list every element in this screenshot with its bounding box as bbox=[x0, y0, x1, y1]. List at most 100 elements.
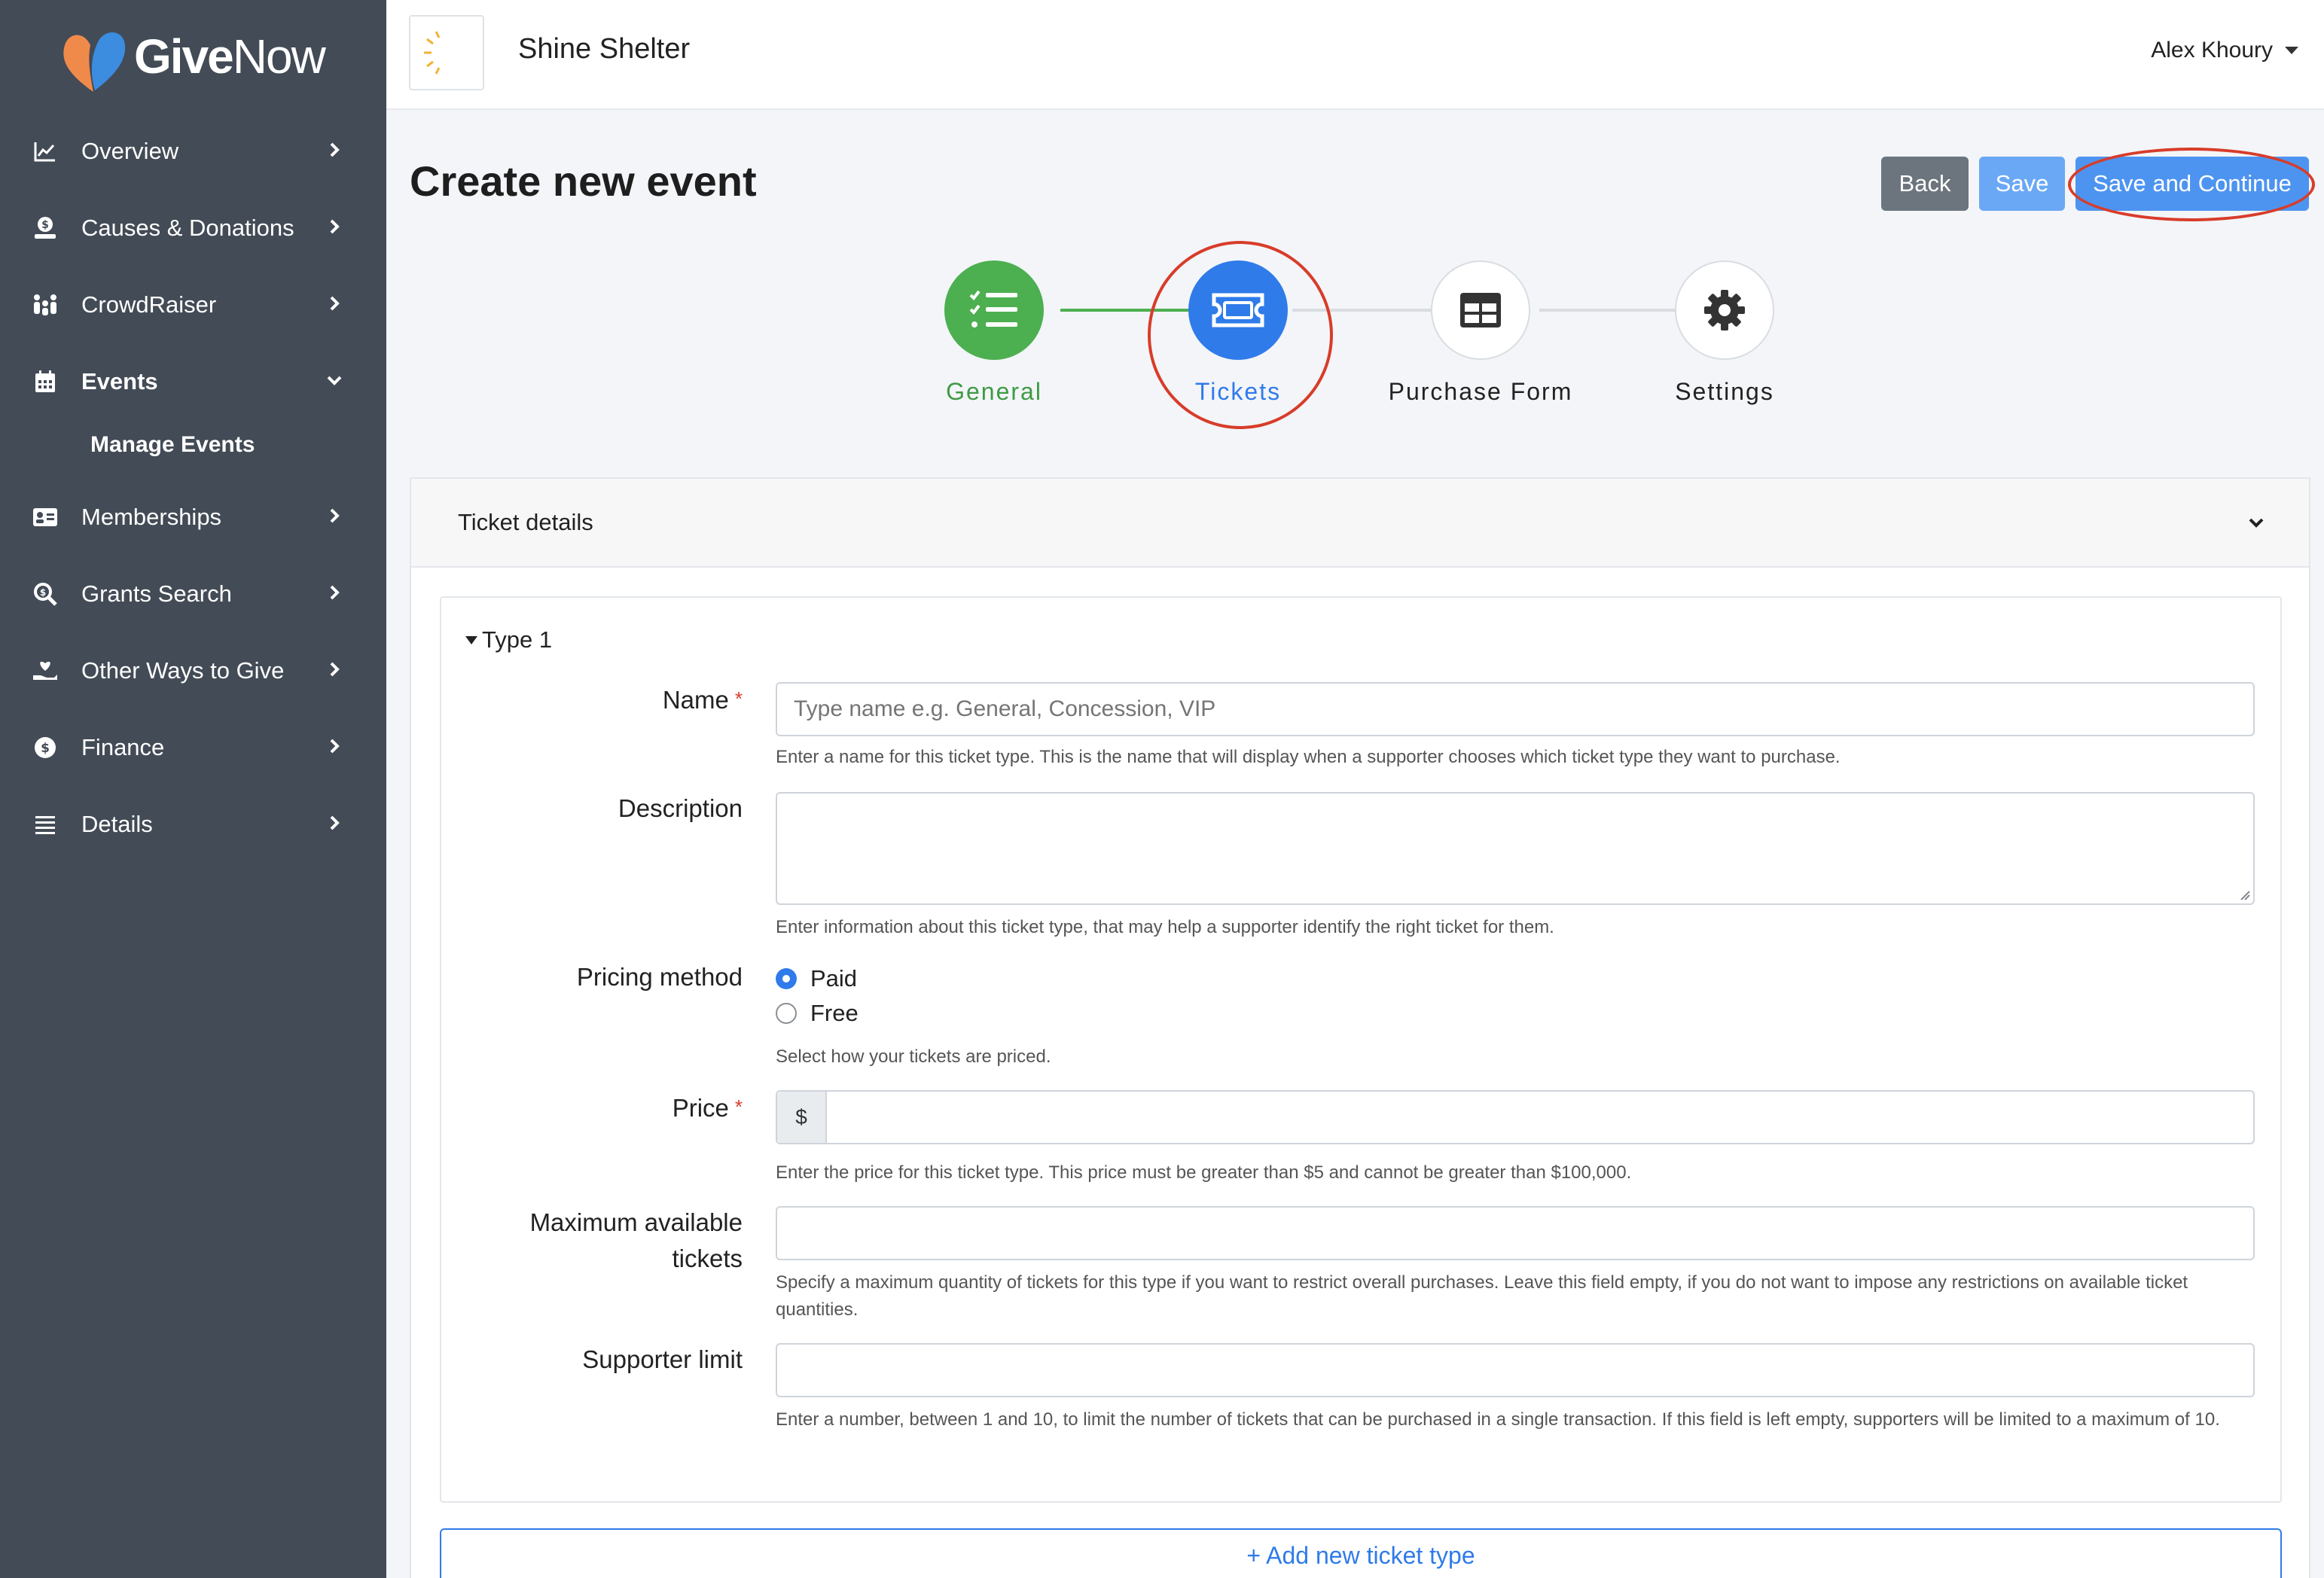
search-dollar-icon: $ bbox=[30, 579, 60, 609]
chevron-right-icon bbox=[330, 815, 340, 830]
ticket-type-toggle[interactable]: Type 1 bbox=[465, 626, 552, 653]
sidebar-nav: Overview $ Causes & Donations CrowdRaise… bbox=[0, 113, 386, 863]
annotation-circle bbox=[1148, 241, 1333, 429]
step-general[interactable] bbox=[944, 260, 1044, 360]
sidebar-item-grants-search[interactable]: $ Grants Search bbox=[0, 556, 386, 632]
step-connector bbox=[1539, 309, 1687, 312]
step-settings[interactable] bbox=[1675, 260, 1774, 360]
step-label-general: General bbox=[946, 378, 1042, 405]
description-help: Enter information about this ticket type… bbox=[776, 917, 1554, 937]
chevron-right-icon bbox=[330, 142, 340, 157]
sidebar-item-label: Events bbox=[81, 368, 158, 394]
chevron-right-icon bbox=[330, 739, 340, 754]
sidebar-item-finance[interactable]: $ Finance bbox=[0, 709, 386, 786]
max-tickets-help: Specify a maximum quantity of tickets fo… bbox=[776, 1272, 2188, 1320]
user-name: Alex Khoury bbox=[2151, 38, 2273, 62]
table-icon bbox=[1460, 293, 1501, 327]
brand-name: GiveNow bbox=[134, 29, 326, 84]
name-label: Name * bbox=[662, 686, 743, 714]
step-purchase-form[interactable] bbox=[1431, 260, 1530, 360]
page-title: Create new event bbox=[410, 157, 757, 205]
chevron-right-icon bbox=[330, 662, 340, 677]
donation-icon: $ bbox=[30, 213, 60, 243]
calendar-icon bbox=[30, 367, 60, 397]
currency-prefix: $ bbox=[777, 1092, 827, 1143]
givenow-logo[interactable]: GiveNow bbox=[57, 15, 328, 98]
radio-selected[interactable] bbox=[776, 968, 797, 989]
ticket-details-card: Ticket details Type 1 Name* Enter a name… bbox=[410, 477, 2310, 1578]
resize-handle-icon[interactable] bbox=[2240, 890, 2250, 900]
sidebar-item-events[interactable]: Events bbox=[0, 343, 386, 420]
sidebar-item-label: Finance bbox=[81, 734, 165, 760]
radio-label: Free bbox=[810, 1000, 859, 1026]
chevron-right-icon bbox=[330, 296, 340, 311]
sidebar-item-label: CrowdRaiser bbox=[81, 291, 217, 318]
heart-logo-icon bbox=[63, 32, 126, 92]
hand-heart-icon bbox=[30, 656, 60, 686]
org-name: Shine Shelter bbox=[518, 33, 691, 65]
price-input[interactable]: $ bbox=[776, 1090, 2255, 1144]
pricing-help: Select how your tickets are priced. bbox=[776, 1046, 1051, 1067]
caret-down-icon bbox=[2285, 47, 2298, 54]
annotation-ellipse bbox=[2068, 148, 2315, 221]
chevron-down-icon bbox=[2249, 518, 2264, 528]
sidebar-item-details[interactable]: Details bbox=[0, 786, 386, 863]
sidebar-item-label: Grants Search bbox=[81, 580, 232, 607]
org-logo[interactable] bbox=[409, 15, 484, 90]
sidebar-item-overview[interactable]: Overview bbox=[0, 113, 386, 190]
chart-line-icon bbox=[30, 136, 60, 166]
radio-label: Paid bbox=[810, 965, 858, 992]
radio-unselected[interactable] bbox=[776, 1003, 797, 1024]
sidebar-item-label: Overview bbox=[81, 138, 179, 164]
svg-text:$: $ bbox=[41, 219, 49, 231]
max-tickets-input[interactable] bbox=[776, 1206, 2255, 1260]
sidebar-item-crowdraiser[interactable]: CrowdRaiser bbox=[0, 267, 386, 343]
sidebar: GiveNow Overview $ Causes & Donations Cr… bbox=[0, 0, 386, 1578]
back-button[interactable]: Back bbox=[1881, 157, 1969, 211]
sidebar-item-label: Memberships bbox=[81, 504, 222, 530]
sun-logo-icon bbox=[424, 31, 457, 75]
id-card-icon bbox=[30, 502, 60, 532]
checklist-icon bbox=[969, 290, 1017, 327]
coin-icon: $ bbox=[30, 733, 60, 763]
card-header[interactable]: Ticket details bbox=[411, 479, 2309, 568]
chevron-right-icon bbox=[330, 508, 340, 523]
sidebar-subitem-manage-events[interactable]: Manage Events bbox=[0, 411, 386, 479]
price-label: Price * bbox=[672, 1094, 743, 1122]
ticket-type-box: Type 1 Name* Enter a name for this ticke… bbox=[440, 596, 2282, 1503]
supporter-limit-help: Enter a number, between 1 and 10, to lim… bbox=[776, 1409, 2220, 1430]
sidebar-item-memberships[interactable]: Memberships bbox=[0, 479, 386, 556]
ticket-name-input[interactable] bbox=[776, 682, 2255, 736]
svg-text:$: $ bbox=[41, 741, 50, 756]
description-label: Description bbox=[618, 794, 743, 822]
svg-text:$: $ bbox=[40, 587, 46, 598]
step-label-settings: Settings bbox=[1675, 378, 1774, 405]
max-tickets-label: Maximum available tickets bbox=[529, 1208, 743, 1272]
gear-icon bbox=[1704, 290, 1745, 331]
chevron-right-icon bbox=[330, 219, 340, 234]
chevron-down-icon bbox=[327, 376, 342, 385]
list-icon bbox=[30, 809, 60, 839]
top-bar: Shine Shelter Alex Khoury bbox=[386, 0, 2324, 110]
name-help: Enter a name for this ticket type. This … bbox=[776, 747, 1841, 767]
sidebar-item-label: Other Ways to Give bbox=[81, 657, 285, 684]
pricing-method-label: Pricing method bbox=[576, 963, 743, 991]
crowd-icon bbox=[30, 290, 60, 320]
description-textarea[interactable] bbox=[776, 792, 2255, 905]
pricing-option-paid[interactable]: Paid bbox=[776, 965, 857, 992]
supporter-limit-input[interactable] bbox=[776, 1343, 2255, 1397]
ticket-type-title: Type 1 bbox=[482, 626, 553, 653]
sidebar-item-other-ways[interactable]: Other Ways to Give bbox=[0, 632, 386, 709]
card-title: Ticket details bbox=[458, 509, 593, 535]
price-help: Enter the price for this ticket type. Th… bbox=[776, 1162, 1632, 1183]
save-button[interactable]: Save bbox=[1979, 157, 2065, 211]
supporter-limit-label: Supporter limit bbox=[582, 1345, 743, 1373]
sidebar-item-label: Causes & Donations bbox=[81, 215, 294, 241]
sidebar-item-causes[interactable]: $ Causes & Donations bbox=[0, 190, 386, 267]
add-ticket-type-button[interactable]: + Add new ticket type bbox=[440, 1528, 2282, 1578]
step-label-purchase-form: Purchase Form bbox=[1388, 378, 1573, 405]
pricing-option-free[interactable]: Free bbox=[776, 1000, 859, 1027]
chevron-right-icon bbox=[330, 585, 340, 600]
caret-down-icon bbox=[465, 635, 477, 644]
user-menu[interactable]: Alex Khoury bbox=[2151, 38, 2298, 63]
